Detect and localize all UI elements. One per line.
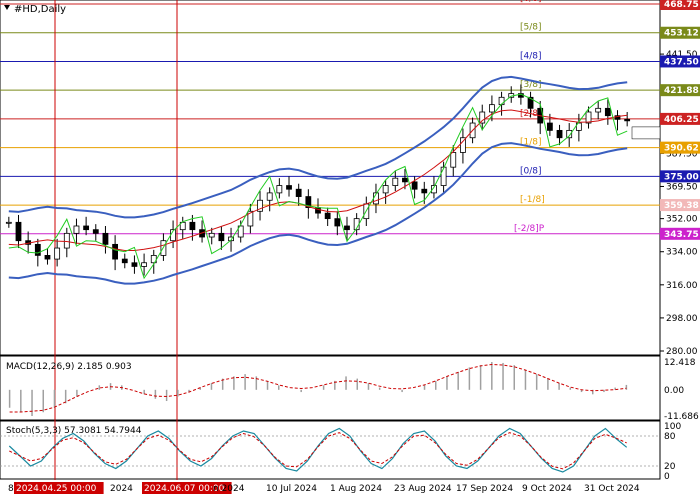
murrey-price-tag-text: 375.00 <box>664 172 699 182</box>
candle-body <box>556 129 563 139</box>
murrey-label: [6/8] <box>520 0 542 4</box>
candle-body <box>54 247 61 260</box>
candle-body <box>440 166 447 186</box>
murrey-price-tag-text: 406.25 <box>664 115 699 125</box>
candle-body <box>392 177 399 186</box>
x-axis-label: 23 Aug 2024 <box>394 484 452 494</box>
macd-axis-label: -11.686 <box>664 412 699 422</box>
candle-body <box>411 181 418 190</box>
candle-body <box>324 212 331 220</box>
candle-body <box>112 243 119 260</box>
candle-body <box>382 185 389 194</box>
x-axis-label: 31 Oct 2024 <box>584 484 640 494</box>
candle-body <box>286 185 292 190</box>
candle-body <box>489 104 495 113</box>
price-axis-label: 334.00 <box>666 248 698 258</box>
x-axis-label: 9 Oct 2024 <box>522 484 572 494</box>
x-axis-label: 10 Jul 2024 <box>266 484 317 494</box>
price-axis-label: 298.00 <box>666 314 698 324</box>
murrey-price-tag-text: 359.38 <box>664 201 699 211</box>
macd-axis-label: 12.418 <box>664 358 696 368</box>
candle-body <box>92 229 99 234</box>
candle-body <box>5 221 12 224</box>
candle-body <box>402 177 408 183</box>
candle-body <box>15 221 22 242</box>
murrey-price-tag-text: 468.75 <box>664 0 699 10</box>
candle-body <box>344 225 350 231</box>
candle-body <box>83 225 90 231</box>
stoch-axis-label: 20 <box>664 462 676 472</box>
stoch-label: Stoch(5,3,3) 57.3081 54.7944 <box>6 426 142 436</box>
candle-body <box>595 107 602 113</box>
candle-body <box>546 122 553 131</box>
candle-body <box>218 232 225 242</box>
stoch-axis-label: 80 <box>664 432 676 442</box>
candle-body <box>334 218 341 227</box>
candle-body <box>450 152 457 168</box>
murrey-label: [-1/8] <box>520 195 545 205</box>
x-axis-label: 2024.04.25 00:00 <box>16 484 97 494</box>
symbol-title: #HD,Daily <box>14 4 66 15</box>
murrey-price-tag-text: 437.50 <box>664 57 699 67</box>
murrey-label: [-2/8]P <box>514 224 545 234</box>
candle-body <box>624 118 631 122</box>
candle-body <box>121 258 128 264</box>
murrey-price-tag-text: 421.88 <box>664 86 699 96</box>
candle-body <box>189 221 196 231</box>
stoch-axis-label: 100 <box>664 422 681 432</box>
candle-body <box>131 262 138 267</box>
murrey-label: [5/8] <box>520 23 542 33</box>
candle-body <box>266 192 273 201</box>
murrey-label: [0/8] <box>520 166 542 176</box>
candle-body <box>63 232 70 249</box>
price-axis-label: 369.50 <box>666 182 698 192</box>
candle-body <box>34 243 41 256</box>
candle-body <box>604 107 611 117</box>
trading-chart[interactable]: 468.75441.50437.50421.88406.25405.20390.… <box>0 0 700 500</box>
candle-body <box>102 232 109 245</box>
x-axis-label: 1 Aug 2024 <box>330 484 382 494</box>
x-axis-label: 2024 <box>110 484 133 494</box>
price-axis-label: 352.00 <box>666 215 698 225</box>
murrey-price-tag-text: 390.62 <box>664 144 699 154</box>
macd-label: MACD(12,26,9) 2.185 0.903 <box>6 362 132 372</box>
candle-body <box>421 188 428 194</box>
murrey-price-tag-text: 343.75 <box>664 230 699 240</box>
candle-body <box>295 188 302 197</box>
candle-body <box>141 262 147 267</box>
murrey-price-tag-text: 453.12 <box>664 29 699 39</box>
price-axis-label: 280.00 <box>666 347 698 357</box>
x-axis-label: 8 <box>8 484 14 494</box>
candle-body <box>44 255 51 260</box>
candle-body <box>73 225 80 234</box>
current-price-tag <box>631 126 661 140</box>
macd-axis-label: 0.00 <box>664 386 684 396</box>
candle-body <box>479 111 486 124</box>
murrey-label: [4/8] <box>520 51 542 61</box>
chart-canvas[interactable]: 468.75441.50437.50421.88406.25405.20390.… <box>0 0 700 500</box>
x-axis-label: n 2024 <box>213 484 245 494</box>
stoch-axis-label: 0 <box>664 472 670 482</box>
candle-body <box>276 185 283 194</box>
candle-body <box>208 232 215 238</box>
x-axis-label: 17 Sep 2024 <box>456 484 513 494</box>
price-axis-label: 316.00 <box>666 281 698 291</box>
